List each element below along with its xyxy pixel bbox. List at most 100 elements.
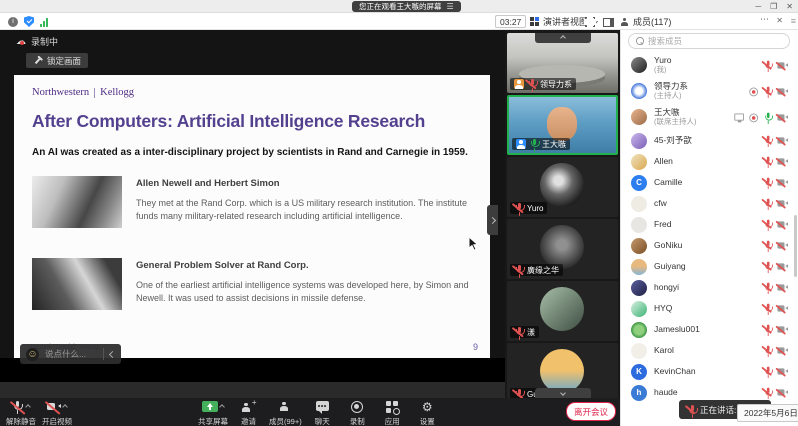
mic-muted-icon: [763, 178, 772, 188]
filmstrip-collapse-tab[interactable]: [487, 205, 498, 235]
mic-muted-icon: [763, 388, 772, 398]
participant-search[interactable]: [628, 33, 790, 49]
chevron-left-icon[interactable]: [109, 350, 116, 357]
participant-row[interactable]: hongyi: [621, 277, 798, 298]
camera-off-icon: [777, 283, 788, 292]
network-signal-icon: [40, 18, 48, 27]
audio-options-caret[interactable]: [26, 402, 30, 411]
mic-muted-icon: [763, 325, 772, 335]
watching-screen-banner[interactable]: 您正在观看王大嗾的屏幕 ☰: [352, 1, 461, 12]
participant-avatar: [631, 217, 647, 233]
participant-row[interactable]: Karol: [621, 340, 798, 361]
slide-section: General Problem Solver at Rand Corp. One…: [136, 260, 478, 305]
participant-row[interactable]: 领导力系 (主持人): [621, 78, 798, 104]
leave-meeting-button[interactable]: 离开会议: [566, 402, 616, 421]
participant-name: Yuro: [654, 56, 753, 66]
participant-row[interactable]: K KevinChan: [621, 361, 798, 382]
avatar-badge-icon: [516, 139, 526, 149]
camera-off-icon: [777, 199, 788, 208]
invite-button[interactable]: + 邀请: [232, 400, 265, 426]
section-body: One of the earliest artificial intellige…: [136, 279, 478, 305]
filmstrip-scroll-down-button[interactable]: [535, 388, 591, 398]
emoji-icon[interactable]: ☺: [26, 348, 39, 361]
camera-off-icon: [47, 401, 61, 413]
minimize-button[interactable]: ─: [755, 3, 761, 11]
apps-button[interactable]: 应用: [376, 400, 409, 426]
participant-row[interactable]: cfw: [621, 193, 798, 214]
participants-header-button[interactable]: 成员(117): [620, 15, 671, 28]
participant-name: haude: [654, 388, 753, 398]
participant-role: (我): [654, 66, 753, 75]
filmstrip-collapse-up-button[interactable]: [535, 33, 591, 43]
share-options-caret[interactable]: [220, 402, 224, 411]
participant-avatar: [631, 301, 647, 317]
video-tile[interactable]: 廣缘之华: [507, 219, 618, 279]
share-screen-button[interactable]: 共享屏幕: [196, 400, 230, 426]
quick-chat-input[interactable]: 说点什么...: [45, 348, 97, 360]
panel-scrollbar[interactable]: [794, 215, 797, 277]
unmute-button[interactable]: 解除静音: [4, 400, 38, 426]
video-tile[interactable]: 漾: [507, 281, 618, 341]
chevron-down-icon: [560, 390, 566, 396]
video-tile[interactable]: Yuro: [507, 157, 618, 217]
search-input[interactable]: [648, 36, 768, 46]
mic-muted-icon: [763, 136, 772, 146]
panel-more-button[interactable]: ⋯: [760, 14, 770, 25]
fullscreen-button[interactable]: [585, 17, 595, 27]
participant-row[interactable]: GoNiku: [621, 235, 798, 256]
panel-close-button[interactable]: ✕: [776, 16, 783, 25]
banner-menu-icon[interactable]: ☰: [447, 3, 454, 11]
participants-button[interactable]: 成员(99+): [267, 400, 304, 426]
participant-name: Fred: [654, 220, 753, 230]
tile-name: 漾: [527, 327, 535, 338]
video-options-caret[interactable]: [63, 402, 67, 411]
participant-row[interactable]: 王大嗾 (联席主持人): [621, 104, 798, 130]
mic-on-icon: [763, 112, 772, 122]
participant-row[interactable]: Guiyang: [621, 256, 798, 277]
participant-row[interactable]: Allen: [621, 151, 798, 172]
participant-row[interactable]: Yuro (我): [621, 52, 798, 78]
chat-button[interactable]: 聊天: [306, 400, 339, 426]
participant-row[interactable]: HYQ: [621, 298, 798, 319]
participant-row[interactable]: 45-刘予歆: [621, 130, 798, 151]
divider: [103, 348, 104, 360]
video-tile-active-speaker[interactable]: 王大嗾: [507, 95, 618, 155]
invite-label: 邀请: [241, 416, 256, 426]
unmute-label: 解除静音: [6, 416, 36, 426]
participant-row[interactable]: C Camille: [621, 172, 798, 193]
participant-row[interactable]: Jameslu001: [621, 319, 798, 340]
zoom-meeting-window: 您正在观看王大嗾的屏幕 ☰ ─ ❐ ✕ i 03:27 演讲者视图 成员(117…: [0, 0, 798, 426]
camera-off-icon: [777, 113, 788, 122]
taskbar-strip: [0, 382, 505, 398]
recording-icon: [749, 87, 758, 96]
participant-avatar: [631, 238, 647, 254]
pin-screen-chip[interactable]: 锁定画面: [26, 53, 88, 68]
logo-northwestern: Northwestern: [32, 87, 89, 98]
participant-name: HYQ: [654, 304, 753, 314]
toolbar-center-group: 共享屏幕 + 邀请 成员(99+) 聊天 录制 应用: [196, 400, 444, 426]
participant-avatar: [631, 57, 647, 73]
record-button[interactable]: 录制: [341, 400, 374, 426]
mic-muted-icon: [763, 199, 772, 209]
chat-label: 聊天: [315, 416, 330, 426]
panel-menu-icon[interactable]: ≡: [791, 16, 796, 26]
video-tile-leadership[interactable]: 领导力系: [507, 33, 618, 93]
side-panel-layout-button[interactable]: [603, 18, 614, 27]
search-icon: [636, 37, 644, 45]
info-icon[interactable]: i: [8, 17, 18, 27]
camera-off-icon: [777, 87, 788, 96]
close-button[interactable]: ✕: [786, 3, 793, 11]
participant-avatar: [631, 196, 647, 212]
participant-row[interactable]: Fred: [621, 214, 798, 235]
settings-button[interactable]: ⚙ 设置: [411, 400, 444, 426]
tile-name: 廣缘之华: [527, 265, 559, 276]
encryption-shield-icon[interactable]: [24, 16, 34, 27]
mic-muted-icon: [514, 265, 524, 276]
record-label: 录制: [350, 416, 365, 426]
tile-name-label: 王大嗾: [512, 138, 570, 150]
tile-name-label: 漾: [510, 326, 539, 338]
quick-chat-bar[interactable]: ☺ 说点什么...: [20, 344, 121, 364]
start-video-button[interactable]: 开启视频: [40, 400, 74, 426]
maximize-button[interactable]: ❐: [770, 3, 777, 11]
share-screen-label: 共享屏幕: [198, 416, 228, 426]
